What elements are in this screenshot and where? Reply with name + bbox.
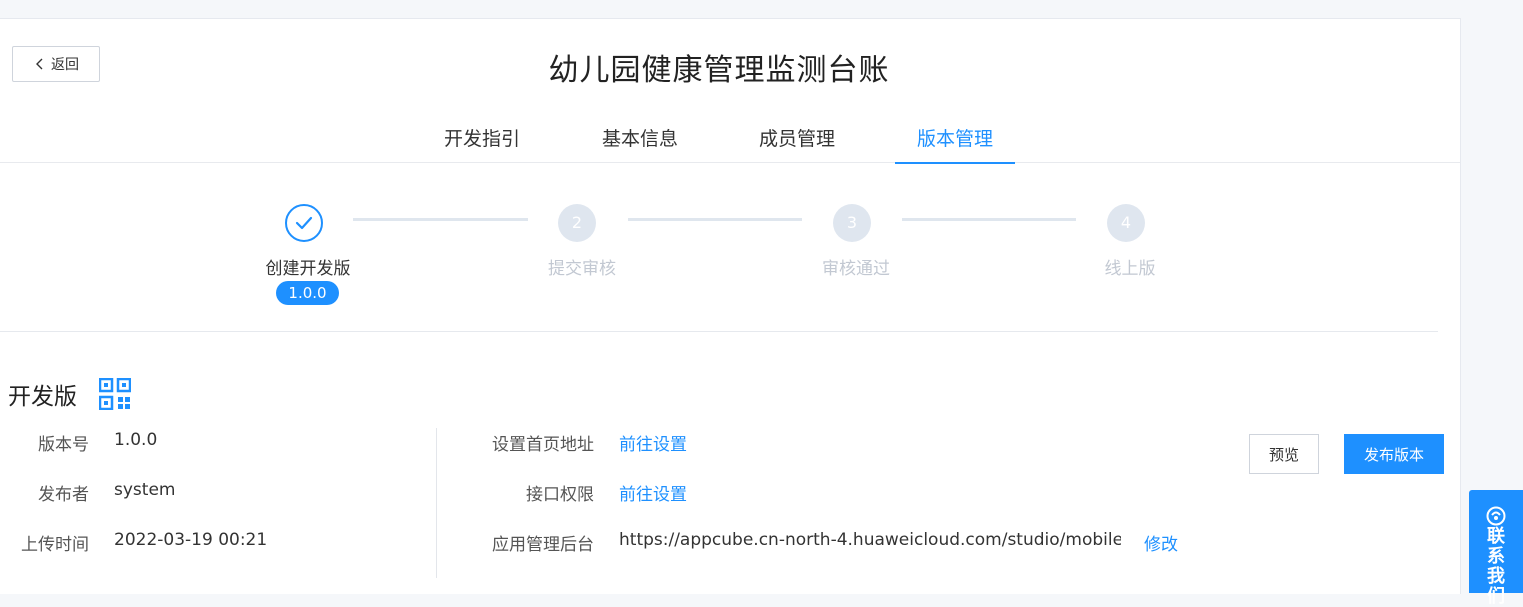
main-card xyxy=(0,18,1461,594)
version-number-label: 版本号 xyxy=(38,435,89,455)
page-title: 幼儿园健康管理监测台账 xyxy=(548,53,890,88)
contact-us-label: 联系我们 xyxy=(1487,526,1505,607)
contact-us-button[interactable]: 联系我们 xyxy=(1469,490,1523,607)
chat-icon xyxy=(1486,506,1506,526)
preview-button[interactable]: 预览 xyxy=(1249,434,1319,474)
publisher-label: 发布者 xyxy=(38,485,89,505)
tab-basic-info[interactable]: 基本信息 xyxy=(590,118,690,162)
tab-dev-guide[interactable]: 开发指引 xyxy=(432,118,532,162)
admin-backend-url: https://appcube.cn-north-4.huaweicloud.c… xyxy=(619,530,1121,550)
top-strip xyxy=(0,0,1523,18)
step-3-number: 3 xyxy=(833,204,871,242)
edit-link[interactable]: 修改 xyxy=(1144,530,1178,555)
section-divider xyxy=(0,331,1438,332)
publisher-value: system xyxy=(114,480,176,500)
version-number-value: 1.0.0 xyxy=(114,430,158,450)
version-badge: 1.0.0 xyxy=(276,281,339,305)
step-1-label: 创建开发版 xyxy=(265,259,351,279)
step-4-number: 4 xyxy=(1107,204,1145,242)
publish-version-button[interactable]: 发布版本 xyxy=(1344,434,1444,474)
tab-version-management[interactable]: 版本管理 xyxy=(895,118,1015,164)
column-divider xyxy=(436,428,437,578)
step-3-label: 审核通过 xyxy=(822,259,890,279)
section-title: 开发版 xyxy=(8,384,77,410)
step-2-label: 提交审核 xyxy=(548,259,616,279)
step-connector xyxy=(902,218,1076,221)
tab-bar: 开发指引 基本信息 成员管理 版本管理 xyxy=(0,118,1460,164)
admin-backend-label: 应用管理后台 xyxy=(492,535,594,555)
homepage-settings-link[interactable]: 前往设置 xyxy=(619,430,687,455)
step-connector xyxy=(628,218,802,221)
homepage-address-label: 设置首页地址 xyxy=(492,435,594,455)
qr-code-icon[interactable] xyxy=(99,378,131,410)
upload-time-value: 2022-03-19 00:21 xyxy=(114,530,268,550)
step-4-label: 线上版 xyxy=(1104,259,1156,279)
upload-time-label: 上传时间 xyxy=(21,535,89,555)
api-settings-link[interactable]: 前往设置 xyxy=(619,480,687,505)
step-2-number: 2 xyxy=(558,204,596,242)
step-connector xyxy=(353,218,528,221)
step-1-check xyxy=(285,204,323,242)
api-permission-label: 接口权限 xyxy=(526,485,594,505)
check-icon xyxy=(295,216,313,230)
tab-members[interactable]: 成员管理 xyxy=(747,118,847,162)
